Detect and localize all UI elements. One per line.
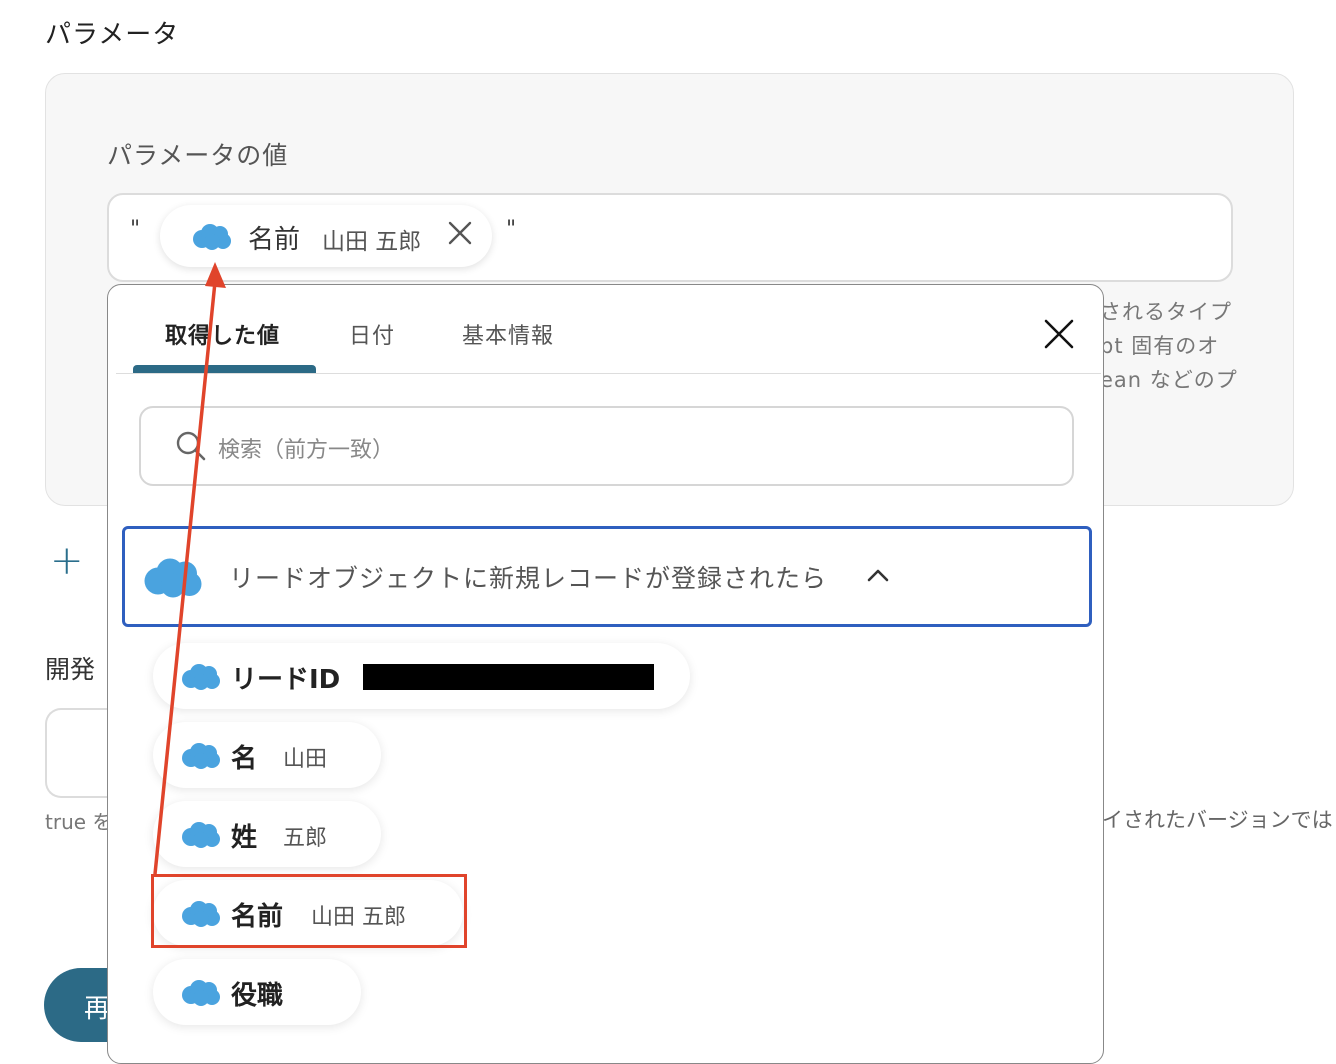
add-parameter-icon[interactable]: + — [50, 538, 84, 584]
value-chip[interactable]: 名前 山田 五郎 — [160, 205, 492, 267]
highlight-box — [151, 874, 467, 948]
item-value: 山田 — [283, 747, 328, 772]
help-text-line: されるタイプ — [1100, 300, 1232, 324]
search-input[interactable]: 検索（前方一致） — [139, 406, 1074, 486]
help-text-line: pt 固有のオ — [1100, 334, 1220, 358]
tab-date[interactable]: 日付 — [349, 318, 395, 350]
item-key: 姓 — [231, 823, 258, 853]
item-key: リードID — [231, 665, 341, 695]
search-icon — [175, 430, 207, 462]
list-item-last-name[interactable]: 姓 五郎 — [153, 801, 381, 867]
salesforce-cloud-icon — [181, 821, 221, 853]
close-icon[interactable] — [1043, 318, 1075, 350]
chip-key: 名前 — [248, 225, 301, 255]
true-help-text: true を — [45, 810, 113, 834]
salesforce-cloud-icon — [143, 557, 203, 603]
trigger-group-header[interactable]: リードオブジェクトに新規レコードが登録されたら — [122, 526, 1092, 627]
list-item-first-name[interactable]: 名 山田 — [153, 722, 381, 788]
quote-close: " — [506, 217, 517, 242]
section-title: パラメータ — [45, 20, 180, 50]
redacted-value — [363, 664, 654, 690]
quote-open: " — [130, 217, 141, 242]
salesforce-cloud-icon — [181, 979, 221, 1011]
salesforce-cloud-icon — [181, 742, 221, 774]
list-item-lead-id[interactable]: リードID — [153, 643, 690, 709]
tab-divider — [116, 373, 1101, 374]
search-placeholder: 検索（前方一致） — [218, 438, 395, 463]
chip-remove-icon[interactable] — [446, 219, 474, 247]
tab-acquired-values[interactable]: 取得した値 — [165, 318, 280, 350]
help-text-line: ean などのプ — [1100, 368, 1238, 392]
version-note: イされたバージョンでは — [1102, 808, 1333, 832]
tab-basic-info[interactable]: 基本情報 — [462, 318, 554, 350]
parameter-value-label: パラメータの値 — [107, 141, 289, 170]
salesforce-cloud-icon — [192, 223, 232, 255]
item-key: 名 — [231, 744, 258, 774]
list-item-title[interactable]: 役職 — [153, 959, 361, 1025]
chevron-up-icon[interactable] — [867, 567, 889, 583]
item-value: 五郎 — [283, 826, 328, 851]
salesforce-cloud-icon — [181, 663, 221, 695]
trigger-group-label: リードオブジェクトに新規レコードが登録されたら — [229, 564, 828, 593]
chip-value: 山田 五郎 — [322, 229, 422, 255]
item-key: 役職 — [231, 981, 284, 1011]
active-tab-indicator — [133, 365, 316, 373]
developer-label: 開発 — [45, 655, 96, 684]
